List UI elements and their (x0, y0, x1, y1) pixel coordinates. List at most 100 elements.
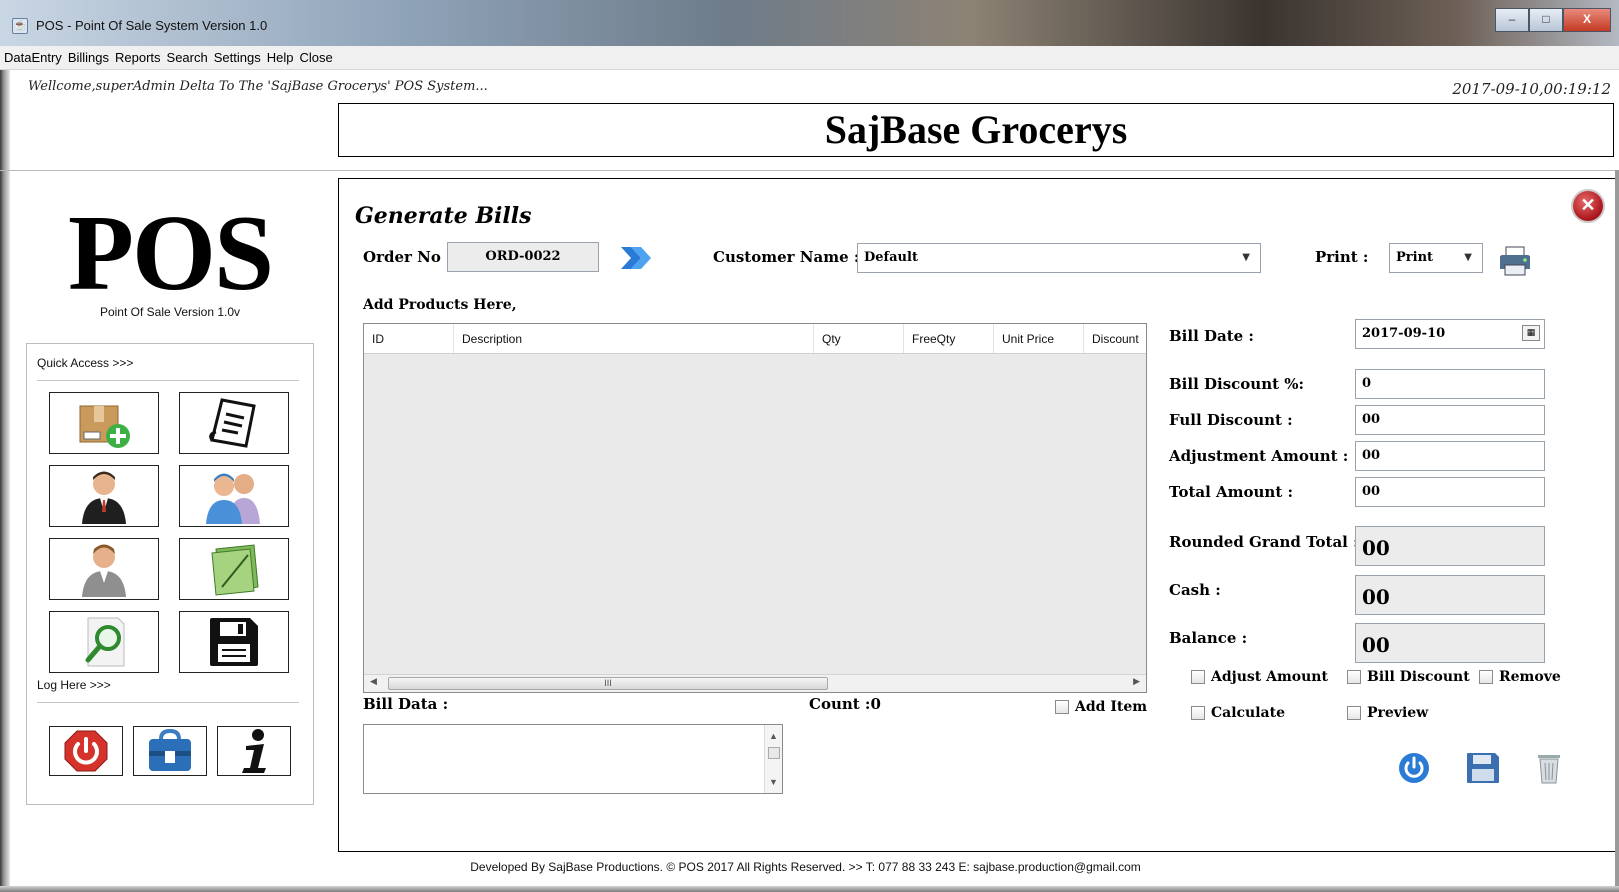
menu-bar: DataEntry Billings Reports Search Settin… (0, 46, 1619, 70)
scroll-up-icon[interactable]: ▲ (765, 731, 782, 741)
menu-reports[interactable]: Reports (113, 50, 165, 65)
products-table[interactable]: ID Description Qty FreeQty Unit Price Di… (363, 323, 1147, 693)
save-bill-button[interactable] (1465, 751, 1501, 785)
log-divider (37, 702, 299, 703)
col-description[interactable]: Description (454, 324, 814, 353)
header-divider (0, 170, 1619, 171)
calendar-icon[interactable]: ▦ (1522, 325, 1540, 341)
add-product-icon (79, 405, 130, 448)
save-disk-icon (210, 618, 258, 666)
calculate-label: Calculate (1211, 705, 1285, 721)
panel-title: Generate Bills (355, 203, 532, 229)
col-freeqty[interactable]: FreeQty (904, 324, 994, 353)
admin-user-button[interactable] (49, 465, 159, 527)
maximize-button[interactable]: □ (1529, 8, 1563, 32)
adjustment-amount-label: Adjustment Amount : (1169, 447, 1349, 465)
bill-data-textarea[interactable]: ▲ ▼ (363, 724, 783, 794)
menu-settings[interactable]: Settings (212, 50, 265, 65)
scroll-thumb[interactable]: III (388, 677, 828, 690)
order-no-field[interactable]: ORD-0022 (447, 242, 599, 272)
count-label: Count :0 (809, 695, 881, 713)
scroll-down-icon[interactable]: ▼ (765, 777, 782, 787)
menu-billings[interactable]: Billings (66, 50, 113, 65)
bill-discount-checkbox[interactable]: Bill Discount (1347, 669, 1470, 685)
bill-discount-field[interactable]: 0 (1355, 369, 1545, 399)
footer-credits: Developed By SajBase Productions. © POS … (0, 860, 1619, 874)
notes-button[interactable] (179, 538, 289, 600)
customer-name-value: Default (864, 250, 918, 265)
refresh-button[interactable] (1397, 751, 1431, 785)
menu-dataentry[interactable]: DataEntry (2, 50, 66, 65)
bill-date-value: 2017-09-10 (1362, 326, 1446, 341)
window-title: POS - Point Of Sale System Version 1.0 (36, 18, 268, 33)
search-button[interactable] (49, 611, 159, 673)
full-discount-label: Full Discount : (1169, 411, 1293, 429)
checkbox-icon (1347, 670, 1361, 684)
menu-close[interactable]: Close (297, 50, 336, 65)
adjust-amount-checkbox[interactable]: Adjust Amount (1191, 669, 1328, 685)
bill-list-button[interactable] (179, 392, 289, 454)
next-order-arrow-icon[interactable] (619, 245, 653, 271)
balance-field: 00 (1355, 623, 1545, 663)
notes-icon (211, 544, 259, 596)
preview-label: Preview (1367, 705, 1429, 721)
welcome-message: Wellcome,superAdmin Delta To The 'SajBas… (28, 79, 488, 94)
order-no-label: Order No : (363, 248, 452, 266)
scroll-right-icon[interactable]: ▶ (1133, 676, 1140, 687)
logout-button[interactable] (49, 726, 123, 776)
close-window-button[interactable]: X (1563, 8, 1611, 32)
add-item-checkbox[interactable]: Add Item (1055, 699, 1147, 715)
bill-date-field[interactable]: 2017-09-10 ▦ (1355, 319, 1545, 349)
chevron-down-icon: ▼ (1242, 252, 1250, 263)
window-controls: – □ X (1495, 8, 1611, 32)
full-discount-field[interactable]: 00 (1355, 405, 1545, 435)
log-here-label: Log Here >>> (37, 678, 111, 692)
add-product-button[interactable] (49, 392, 159, 454)
window-bottom-edge (0, 886, 1619, 892)
quick-access-panel: Quick Access >>> Log Here >>> (26, 343, 314, 805)
chevron-down-icon: ▼ (1464, 252, 1472, 263)
scroll-thumb[interactable] (767, 747, 780, 759)
col-unit-price[interactable]: Unit Price (994, 324, 1084, 353)
bill-discount-label: Bill Discount %: (1169, 375, 1305, 393)
total-amount-field[interactable]: 00 (1355, 477, 1545, 507)
minimize-button[interactable]: – (1495, 8, 1529, 32)
adjust-amount-label: Adjust Amount (1211, 669, 1328, 685)
customer-button[interactable] (49, 538, 159, 600)
print-select[interactable]: Print ▼ (1389, 243, 1483, 273)
products-table-header: ID Description Qty FreeQty Unit Price Di… (364, 324, 1146, 354)
employees-icon (206, 473, 260, 524)
info-button[interactable] (217, 726, 291, 776)
delete-bill-button[interactable] (1535, 751, 1563, 785)
window-left-edge (0, 70, 10, 892)
menu-search[interactable]: Search (165, 50, 212, 65)
printer-icon[interactable] (1497, 245, 1533, 277)
preview-checkbox[interactable]: Preview (1347, 705, 1428, 721)
add-products-label: Add Products Here, (363, 297, 517, 313)
datetime-display: 2017-09-10,00:19:12 (1452, 80, 1611, 98)
java-app-icon: ☕ (12, 18, 28, 34)
cash-field[interactable]: 00 (1355, 575, 1545, 615)
calculate-checkbox[interactable]: Calculate (1191, 705, 1285, 721)
checkbox-icon (1347, 706, 1361, 720)
customer-name-label: Customer Name : (713, 248, 860, 266)
table-horizontal-scrollbar[interactable]: ◀ III ▶ (364, 674, 1146, 692)
remove-label: Remove (1499, 669, 1561, 685)
adjustment-amount-field[interactable]: 00 (1355, 441, 1545, 471)
remove-checkbox[interactable]: Remove (1479, 669, 1561, 685)
lock-icon (149, 729, 191, 771)
customer-name-select[interactable]: Default ▼ (857, 243, 1261, 273)
col-id[interactable]: ID (364, 324, 454, 353)
col-qty[interactable]: Qty (814, 324, 904, 353)
col-discount[interactable]: Discount (1084, 324, 1146, 353)
save-button-sidebar[interactable] (179, 611, 289, 673)
lock-button[interactable] (133, 726, 207, 776)
total-amount-label: Total Amount : (1169, 483, 1294, 501)
employees-button[interactable] (179, 465, 289, 527)
footer-text: Developed By SajBase Productions. © POS … (470, 860, 1141, 874)
checkbox-icon (1055, 700, 1069, 714)
menu-help[interactable]: Help (265, 50, 298, 65)
textarea-vertical-scrollbar[interactable]: ▲ ▼ (764, 725, 782, 793)
scroll-left-icon[interactable]: ◀ (370, 676, 377, 687)
close-panel-button[interactable]: ✕ (1573, 191, 1603, 221)
